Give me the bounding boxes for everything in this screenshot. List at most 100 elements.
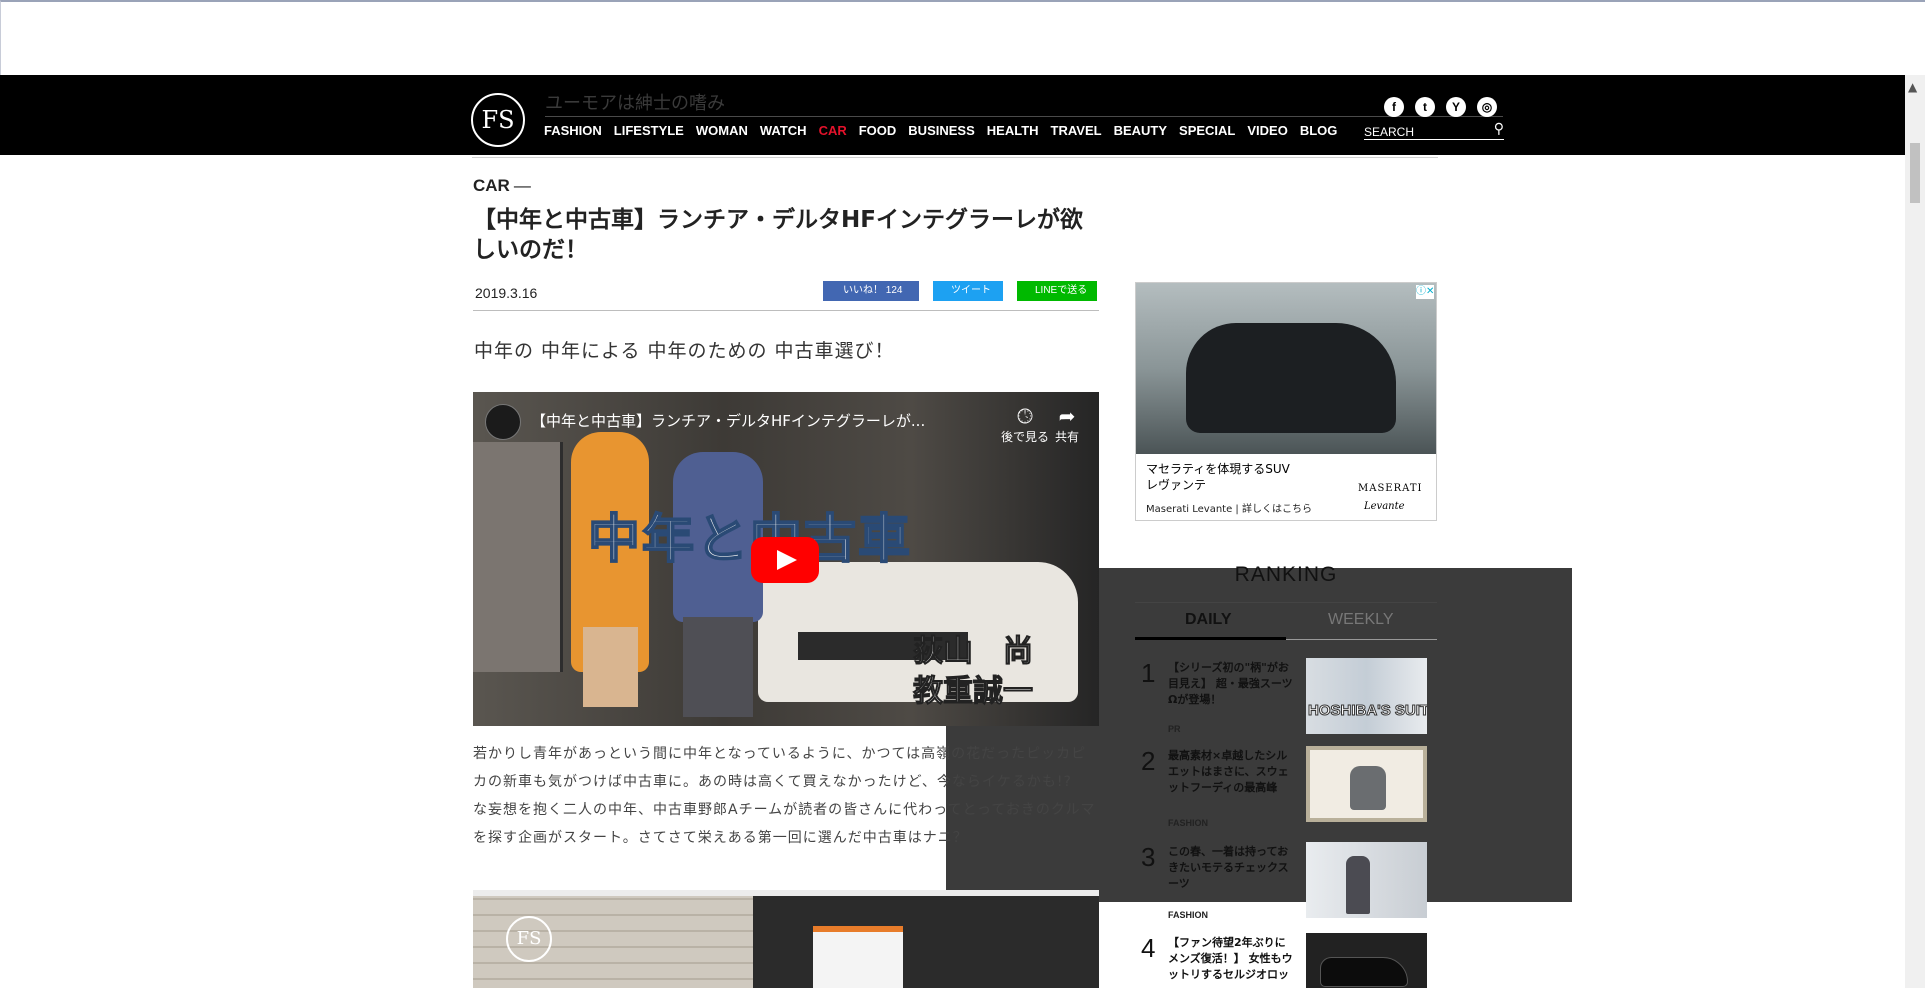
nav-item-video[interactable]: VIDEO bbox=[1247, 123, 1287, 138]
ranking-headline[interactable]: この春、一着は持っておきたいモテるチェックスーツ bbox=[1168, 844, 1293, 892]
video-storefront bbox=[473, 442, 563, 672]
twitter-icon[interactable]: t bbox=[1415, 97, 1435, 117]
ad-model: Levante bbox=[1364, 501, 1405, 512]
ranking-thumbnail[interactable] bbox=[1306, 746, 1427, 822]
ad-banner[interactable]: ⓘ✕ マセラティを体現するSUV レヴァンテ Maserati Levante … bbox=[1135, 282, 1437, 521]
watch-later-control[interactable]: 🕓︎ 後で見る bbox=[1001, 404, 1049, 445]
nav-item-business[interactable]: BUSINESS bbox=[908, 123, 974, 138]
photo-station bbox=[753, 896, 1099, 988]
ranking-thumbnail-label: HOSHIBA'S SUITS bbox=[1307, 702, 1427, 720]
article-photo: FS bbox=[473, 890, 1099, 988]
ranking-headline[interactable]: 【シリーズ初の"柄"がお目見え】 超・最強スーツ Ωが登場！ bbox=[1168, 660, 1293, 708]
ad-headline: マセラティを体現するSUV レヴァンテ bbox=[1146, 461, 1290, 493]
header-divider bbox=[545, 116, 1503, 117]
search-icon[interactable]: ⚲ bbox=[1494, 121, 1504, 137]
youtube-icon[interactable]: Y bbox=[1446, 97, 1466, 117]
ranking-thumbnail[interactable]: HOSHIBA'S SUITS bbox=[1306, 658, 1427, 734]
main-nav: FASHION LIFESTYLE WOMAN WATCH CAR FOOD B… bbox=[544, 123, 1349, 138]
breadcrumb-separator: — bbox=[513, 176, 531, 195]
video-overlay-title: 中年と中古車 bbox=[587, 508, 913, 571]
share-arrow-icon: ➦ bbox=[1058, 404, 1076, 428]
site-tagline: ユーモアは紳士の嗜み bbox=[545, 93, 725, 114]
watch-later-label: 後で見る bbox=[1001, 430, 1050, 444]
search-box: ⚲ bbox=[1364, 121, 1504, 140]
thumbnail-sweatshirt bbox=[1350, 766, 1386, 810]
nav-item-food[interactable]: FOOD bbox=[859, 123, 897, 138]
scrollbar-thumb[interactable] bbox=[1910, 143, 1920, 203]
ranking-category: FASHION bbox=[1168, 910, 1209, 920]
photo-fs-logo: FS bbox=[506, 916, 552, 962]
adchoices-icon[interactable]: ⓘ✕ bbox=[1416, 285, 1434, 299]
thumbnail-suited-man bbox=[1346, 856, 1370, 914]
youtube-video-player[interactable]: 【中年と中古車】ランチア・デルタHFインテグラーレが... 🕓︎ 後で見る ➦ … bbox=[473, 392, 1099, 726]
social-links: f t Y ◎ bbox=[1384, 97, 1497, 117]
ranking-thumbnail[interactable] bbox=[1306, 933, 1427, 988]
article-divider bbox=[473, 310, 1099, 311]
ranking-thumbnail[interactable] bbox=[1306, 842, 1427, 918]
line-share-button[interactable]: LINEで送る bbox=[1017, 281, 1097, 301]
search-input[interactable] bbox=[1364, 125, 1482, 139]
share-label: 共有 bbox=[1055, 430, 1080, 444]
video-person-right-legs bbox=[683, 617, 753, 717]
tab-daily[interactable]: DAILY bbox=[1185, 611, 1232, 629]
ranking-headline[interactable]: 最高素材×卓越したシルエットはまさに、スウェットフーディの最高峰 bbox=[1168, 748, 1293, 796]
ranking-number: 1 bbox=[1141, 658, 1156, 688]
line-label: LINEで送る bbox=[1035, 285, 1088, 296]
scroll-up-arrow-icon[interactable]: ▲ bbox=[1908, 80, 1917, 94]
clock-icon: 🕓︎ bbox=[1017, 404, 1033, 428]
nav-item-blog[interactable]: BLOG bbox=[1300, 123, 1338, 138]
nav-item-fashion[interactable]: FASHION bbox=[544, 123, 602, 138]
article-date: 2019.3.16 bbox=[475, 285, 538, 301]
nav-item-health[interactable]: HEALTH bbox=[987, 123, 1039, 138]
ranking-title: RANKING bbox=[1234, 563, 1338, 586]
facebook-icon[interactable]: f bbox=[1384, 97, 1404, 117]
video-name-2: 教重誠一 bbox=[913, 674, 1034, 710]
ad-brand: MASERATI bbox=[1358, 483, 1423, 494]
ad-suv bbox=[1186, 323, 1396, 433]
browser-top-area bbox=[0, 0, 1925, 75]
facebook-like-button[interactable]: いいね！ 124 bbox=[823, 281, 919, 301]
article-title: 【中年と中古車】ランチア・デルタHFインテグラーレが欲しいのだ！ bbox=[473, 207, 1083, 263]
ranking-number: 2 bbox=[1141, 746, 1156, 776]
content-divider bbox=[472, 157, 1438, 158]
nav-item-beauty[interactable]: BEAUTY bbox=[1114, 123, 1167, 138]
ad-headline-line2: レヴァンテ bbox=[1146, 478, 1207, 492]
ranking-headline[interactable]: 【ファン待望2年ぶりにメンズ復活！】 女性もウットリするセルジオロッ bbox=[1168, 935, 1293, 983]
tab-daily-underline bbox=[1135, 637, 1286, 640]
channel-avatar[interactable] bbox=[485, 404, 521, 440]
breadcrumb: CAR—VIDEO bbox=[473, 176, 1572, 902]
article-body: 若かりし青年があっという間に中年となっているように、かつては高嶺の花だったピッカ… bbox=[473, 746, 1096, 846]
ranking-number: 3 bbox=[1141, 842, 1156, 872]
article-lead: 中年の 中年による 中年のための 中古車選び！ bbox=[474, 340, 895, 362]
photo-station-sign bbox=[813, 926, 903, 988]
video-title[interactable]: 【中年と中古車】ランチア・デルタHFインテグラーレが... bbox=[531, 410, 951, 431]
nav-item-woman[interactable]: WOMAN bbox=[696, 123, 748, 138]
nav-item-car[interactable]: CAR bbox=[819, 123, 847, 138]
ranking-category: FASHION bbox=[1168, 818, 1209, 828]
tab-weekly-underline bbox=[1286, 639, 1437, 640]
share-buttons: いいね！ 124 ツイート LINEで送る bbox=[823, 281, 1097, 301]
ad-subtext[interactable]: Maserati Levante | 詳しくはこちら bbox=[1146, 500, 1312, 515]
video-name-1: 荻山 尚 bbox=[913, 634, 1034, 670]
ad-headline-line1: マセラティを体現するSUV bbox=[1146, 462, 1290, 476]
thumbnail-shoe bbox=[1320, 957, 1408, 987]
tab-weekly[interactable]: WEEKLY bbox=[1328, 611, 1394, 629]
play-button[interactable] bbox=[751, 537, 819, 583]
nav-item-lifestyle[interactable]: LIFESTYLE bbox=[614, 123, 684, 138]
nav-item-special[interactable]: SPECIAL bbox=[1179, 123, 1235, 138]
nav-item-travel[interactable]: TRAVEL bbox=[1051, 123, 1102, 138]
like-label: いいね！ 124 bbox=[843, 285, 903, 296]
breadcrumb-category[interactable]: CAR bbox=[473, 176, 510, 195]
tweet-button[interactable]: ツイート bbox=[933, 281, 1003, 301]
ranking-category: PR bbox=[1168, 724, 1181, 734]
site-header: FS ユーモアは紳士の嗜み FASHION LIFESTYLE WOMAN WA… bbox=[0, 75, 1905, 155]
page-scrollbar[interactable] bbox=[1905, 75, 1925, 988]
ranking-number: 4 bbox=[1141, 933, 1156, 963]
share-control[interactable]: ➦ 共有 bbox=[1055, 404, 1079, 445]
instagram-icon[interactable]: ◎ bbox=[1477, 97, 1497, 117]
ranking-tabs: DAILY WEEKLY bbox=[1135, 602, 1437, 640]
site-logo[interactable]: FS bbox=[471, 93, 525, 147]
tweet-label: ツイート bbox=[951, 285, 991, 296]
nav-item-watch[interactable]: WATCH bbox=[760, 123, 807, 138]
video-overlay-names: 荻山 尚 教重誠一 bbox=[913, 632, 1034, 712]
